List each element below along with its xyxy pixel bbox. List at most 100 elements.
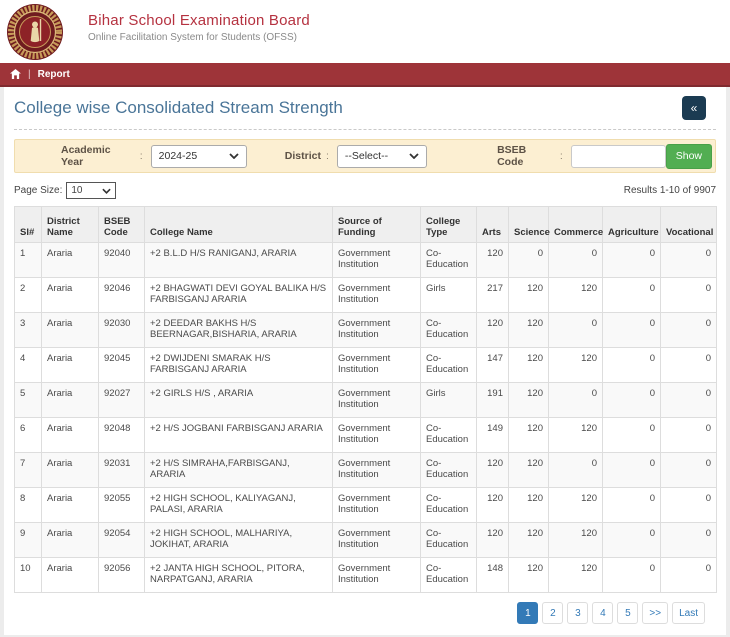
page-size-value: 10 [71,185,82,196]
table-cell: +2 HIGH SCHOOL, MALHARIYA, JOKIHAT, ARAR… [145,523,333,558]
table-cell: 1 [15,243,42,278]
page-size-select[interactable]: 10 [66,182,116,199]
table-cell: 0 [661,488,717,523]
table-cell: +2 JANTA HIGH SCHOOL, PITORA, NARPATGANJ… [145,558,333,593]
colon: : [140,150,143,162]
table-cell: Government Institution [333,278,421,313]
table-cell: 7 [15,453,42,488]
table-cell: 0 [603,453,661,488]
table-cell: 92056 [99,558,145,593]
table-cell: +2 H/S SIMRAHA,FARBISGANJ, ARARIA [145,453,333,488]
table-cell: Government Institution [333,558,421,593]
table-cell: 6 [15,418,42,453]
table-cell: Girls [421,278,477,313]
table-cell: 92031 [99,453,145,488]
academic-year-select[interactable]: 2024-25 [151,145,247,168]
nav-report-link[interactable]: Report [38,69,70,80]
table-cell: 120 [509,278,549,313]
table-cell: 120 [509,313,549,348]
table-cell: 0 [661,278,717,313]
collapse-button[interactable]: « [682,96,706,120]
show-button[interactable]: Show [666,144,712,169]
chevron-down-icon [409,153,419,159]
table-cell: Araria [42,243,99,278]
page-button[interactable]: 4 [592,602,613,624]
page-button[interactable]: 3 [567,602,588,624]
table-header-row: Sl#District NameBSEB CodeCollege NameSou… [15,207,717,243]
table-cell: 92046 [99,278,145,313]
report-table: Sl#District NameBSEB CodeCollege NameSou… [14,206,717,593]
table-cell: 0 [603,383,661,418]
column-header: Agriculture [603,207,661,243]
table-cell: 147 [477,348,509,383]
table-cell: 120 [509,488,549,523]
table-cell: Government Institution [333,453,421,488]
table-row: 6Araria92048+2 H/S JOGBANI FARBISGANJ AR… [15,418,717,453]
table-cell: 2 [15,278,42,313]
table-cell: 0 [661,558,717,593]
table-cell: 120 [509,383,549,418]
table-cell: 217 [477,278,509,313]
table-cell: 0 [603,243,661,278]
table-cell: 120 [477,523,509,558]
nav-separator: | [28,69,31,80]
table-cell: 120 [549,558,603,593]
table-cell: 4 [15,348,42,383]
district-select[interactable]: --Select-- [337,145,427,168]
page-title: College wise Consolidated Stream Strengt… [14,98,343,118]
page-button[interactable]: 2 [542,602,563,624]
table-row: 3Araria92030+2 DEEDAR BAKHS H/S BEERNAGA… [15,313,717,348]
colon: : [326,150,329,162]
table-cell: Government Institution [333,348,421,383]
table-row: 10Araria92056+2 JANTA HIGH SCHOOL, PITOR… [15,558,717,593]
table-cell: Girls [421,383,477,418]
table-cell: 0 [603,313,661,348]
table-cell: 120 [477,488,509,523]
table-cell: 0 [603,278,661,313]
table-cell: 92030 [99,313,145,348]
home-icon[interactable] [10,69,21,79]
table-cell: Co-Education [421,558,477,593]
table-cell: +2 BHAGWATI DEVI GOYAL BALIKA H/S FARBIS… [145,278,333,313]
column-header: College Name [145,207,333,243]
table-cell: 0 [509,243,549,278]
table-cell: Government Institution [333,383,421,418]
table-cell: 120 [477,453,509,488]
table-cell: 92027 [99,383,145,418]
column-header: District Name [42,207,99,243]
table-cell: 0 [661,243,717,278]
column-header: College Type [421,207,477,243]
table-cell: Araria [42,383,99,418]
table-cell: 120 [549,278,603,313]
colon: : [560,150,563,162]
title-divider [14,129,716,130]
table-cell: +2 DEEDAR BAKHS H/S BEERNAGAR,BISHARIA, … [145,313,333,348]
table-cell: Co-Education [421,453,477,488]
table-row: 9Araria92054+2 HIGH SCHOOL, MALHARIYA, J… [15,523,717,558]
table-cell: +2 B.L.D H/S RANIGANJ, ARARIA [145,243,333,278]
table-cell: Araria [42,453,99,488]
page-button[interactable]: 1 [517,602,538,624]
column-header: Vocational [661,207,717,243]
page-button[interactable]: 5 [617,602,638,624]
content-card: College wise Consolidated Stream Strengt… [4,87,726,635]
pagination: 12345>>Last [14,602,716,624]
table-cell: Co-Education [421,488,477,523]
next-pages-button[interactable]: >> [642,602,668,624]
column-header: Source of Funding [333,207,421,243]
bseb-code-label: BSEB Code [497,144,555,168]
table-cell: +2 HIGH SCHOOL, KALIYAGANJ, PALASI, ARAR… [145,488,333,523]
table-cell: 120 [477,243,509,278]
table-cell: 10 [15,558,42,593]
table-cell: 0 [549,383,603,418]
table-cell: 120 [549,348,603,383]
brand-title: Bihar School Examination Board [88,12,730,29]
table-cell: Co-Education [421,418,477,453]
district-label: District [285,150,321,162]
table-cell: 0 [549,313,603,348]
table-cell: 120 [477,313,509,348]
column-header: BSEB Code [99,207,145,243]
table-cell: 148 [477,558,509,593]
last-page-button[interactable]: Last [672,602,705,624]
bseb-code-input[interactable] [571,145,666,168]
